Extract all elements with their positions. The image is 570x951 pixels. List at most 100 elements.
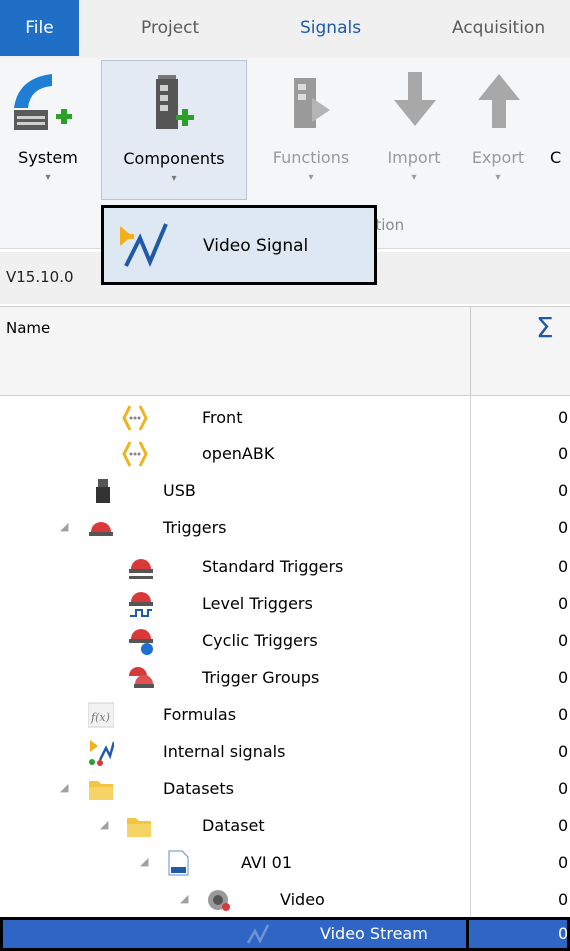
expand-toggle-icon[interactable]: ◢ — [60, 520, 68, 533]
truncated-ribbon-button[interactable]: C — [550, 60, 570, 200]
level-trigger-icon — [129, 592, 153, 617]
tree-row-datasets[interactable]: ◢ Datasets 0 — [0, 771, 570, 807]
system-button[interactable]: System ▾ — [4, 60, 92, 200]
tree-row-formulas[interactable]: f(x) Formulas 0 — [0, 697, 570, 733]
functions-icon — [294, 78, 330, 128]
column-divider — [466, 917, 469, 951]
tree-row-count: 0 — [558, 853, 569, 872]
avi-file-icon — [168, 850, 189, 876]
arrow-up-icon — [478, 74, 520, 128]
tree-row-label: Dataset — [202, 816, 265, 835]
tree-row-usb[interactable]: USB 0 — [0, 473, 570, 509]
svg-text:f(x): f(x) — [90, 711, 110, 724]
tree-row-label: Triggers — [163, 518, 227, 537]
tab-project[interactable]: Project — [141, 0, 199, 56]
chevron-down-icon: ▾ — [308, 172, 314, 183]
version-text: V15.10.0 — [6, 268, 74, 286]
tree-row-count: 0 — [558, 594, 569, 613]
system-icon — [14, 74, 72, 130]
ribbon-tab-strip: File Project Signals Acquisition — [0, 0, 570, 58]
tree-row-count: 0 — [558, 481, 569, 500]
tree-row-count: 0 — [558, 408, 569, 427]
functions-label: Functions — [272, 148, 350, 167]
menu-item-video-signal[interactable]: Video Signal — [104, 208, 374, 282]
tree-row-count: 0 — [558, 668, 569, 687]
tree-row-label: Video — [280, 890, 325, 909]
tree-row-label: Internal signals — [163, 742, 286, 761]
tab-file[interactable]: File — [0, 0, 79, 56]
video-camera-icon — [208, 890, 230, 911]
import-label: Import — [387, 148, 441, 167]
functions-button[interactable]: Functions ▾ — [256, 60, 366, 200]
tree-row-front[interactable]: Front 0 — [0, 400, 570, 436]
folder-icon — [127, 818, 151, 837]
arrow-down-icon — [394, 72, 436, 126]
trigger-icon — [89, 522, 113, 536]
usb-device-icon — [96, 479, 110, 503]
column-divider[interactable] — [470, 307, 471, 351]
folder-icon — [89, 781, 113, 800]
tree-row-label: Formulas — [163, 705, 237, 724]
tree-row-label: Level Triggers — [202, 594, 313, 613]
chevron-down-icon: ▾ — [45, 172, 51, 183]
tree-row-label: Trigger Groups — [202, 668, 320, 687]
expand-toggle-icon[interactable]: ◢ — [60, 781, 68, 794]
sum-column-icon[interactable]: Σ — [536, 311, 554, 344]
tree-row-label: Video Stream — [320, 924, 428, 943]
tree-row-count: 0 — [558, 518, 569, 537]
grid-header: Name Σ — [0, 306, 570, 352]
tree-row-label: Datasets — [163, 779, 234, 798]
expand-toggle-icon[interactable]: ◢ — [180, 892, 188, 905]
components-button[interactable]: Components ▾ — [101, 60, 247, 200]
column-divider — [470, 351, 471, 395]
tree-row-openabk[interactable]: openABK 0 — [0, 436, 570, 472]
column-header-name[interactable]: Name — [6, 319, 50, 337]
chevron-down-icon: ▾ — [171, 173, 177, 184]
system-label: System — [18, 148, 78, 167]
tree-row-avi01[interactable]: ◢ AVI 01 0 — [0, 845, 570, 881]
expand-toggle-icon[interactable]: ◢ — [100, 818, 108, 831]
tree-row-video[interactable]: ◢ Video 0 — [0, 882, 570, 918]
tree-row-count: 0 — [558, 779, 569, 798]
tree-row-triggers[interactable]: ◢ Triggers 0 — [0, 510, 570, 546]
internal-signals-icon — [89, 740, 114, 766]
export-label: Export — [471, 148, 525, 167]
tree-row-count: 0 — [558, 924, 569, 943]
component-module-icon — [156, 75, 194, 129]
chevron-down-icon: ▾ — [411, 172, 417, 183]
tree-row-standard-triggers[interactable]: Standard Triggers 0 — [0, 549, 570, 585]
chevron-down-icon: ▾ — [495, 172, 501, 183]
export-button[interactable]: Export ▾ — [456, 60, 540, 200]
cyclic-trigger-icon — [129, 629, 153, 655]
video-signal-icon — [120, 223, 168, 268]
tree-row-count: 0 — [558, 705, 569, 724]
tree-row-count: 0 — [558, 816, 569, 835]
bracket-signal-icon — [122, 405, 148, 431]
tree-row-label: Cyclic Triggers — [202, 631, 318, 650]
filter-row[interactable] — [0, 351, 570, 396]
tree-row-count: 0 — [558, 742, 569, 761]
bracket-signal-icon — [122, 441, 148, 467]
tree-row-cyclic-triggers[interactable]: Cyclic Triggers 0 — [0, 623, 570, 659]
tree-row-trigger-groups[interactable]: Trigger Groups 0 — [0, 660, 570, 696]
components-dropdown-menu: Video Signal — [101, 205, 377, 285]
truncated-label: C — [550, 148, 562, 167]
tab-acquisition[interactable]: Acquisition — [452, 0, 545, 56]
import-button[interactable]: Import ▾ — [374, 60, 454, 200]
standard-trigger-icon — [129, 559, 153, 579]
tab-signals[interactable]: Signals — [300, 0, 361, 56]
tree-row-count: 0 — [558, 890, 569, 909]
tree-row-internal-signals[interactable]: Internal signals 0 — [0, 734, 570, 770]
tree-row-label: Front — [202, 408, 243, 427]
video-stream-icon — [246, 924, 270, 944]
tree-row-label: Standard Triggers — [202, 557, 344, 576]
tree-row-dataset[interactable]: ◢ Dataset 0 — [0, 808, 570, 844]
tree-row-video-stream[interactable]: Video Stream 0 — [0, 917, 570, 951]
trigger-group-icon — [129, 667, 154, 688]
tree-row-level-triggers[interactable]: Level Triggers 0 — [0, 586, 570, 622]
expand-toggle-icon[interactable]: ◢ — [140, 855, 148, 868]
formula-icon: f(x) — [88, 702, 114, 728]
tree-row-label: AVI 01 — [241, 853, 293, 872]
tree-row-count: 0 — [558, 444, 569, 463]
menu-item-label: Video Signal — [203, 236, 309, 256]
